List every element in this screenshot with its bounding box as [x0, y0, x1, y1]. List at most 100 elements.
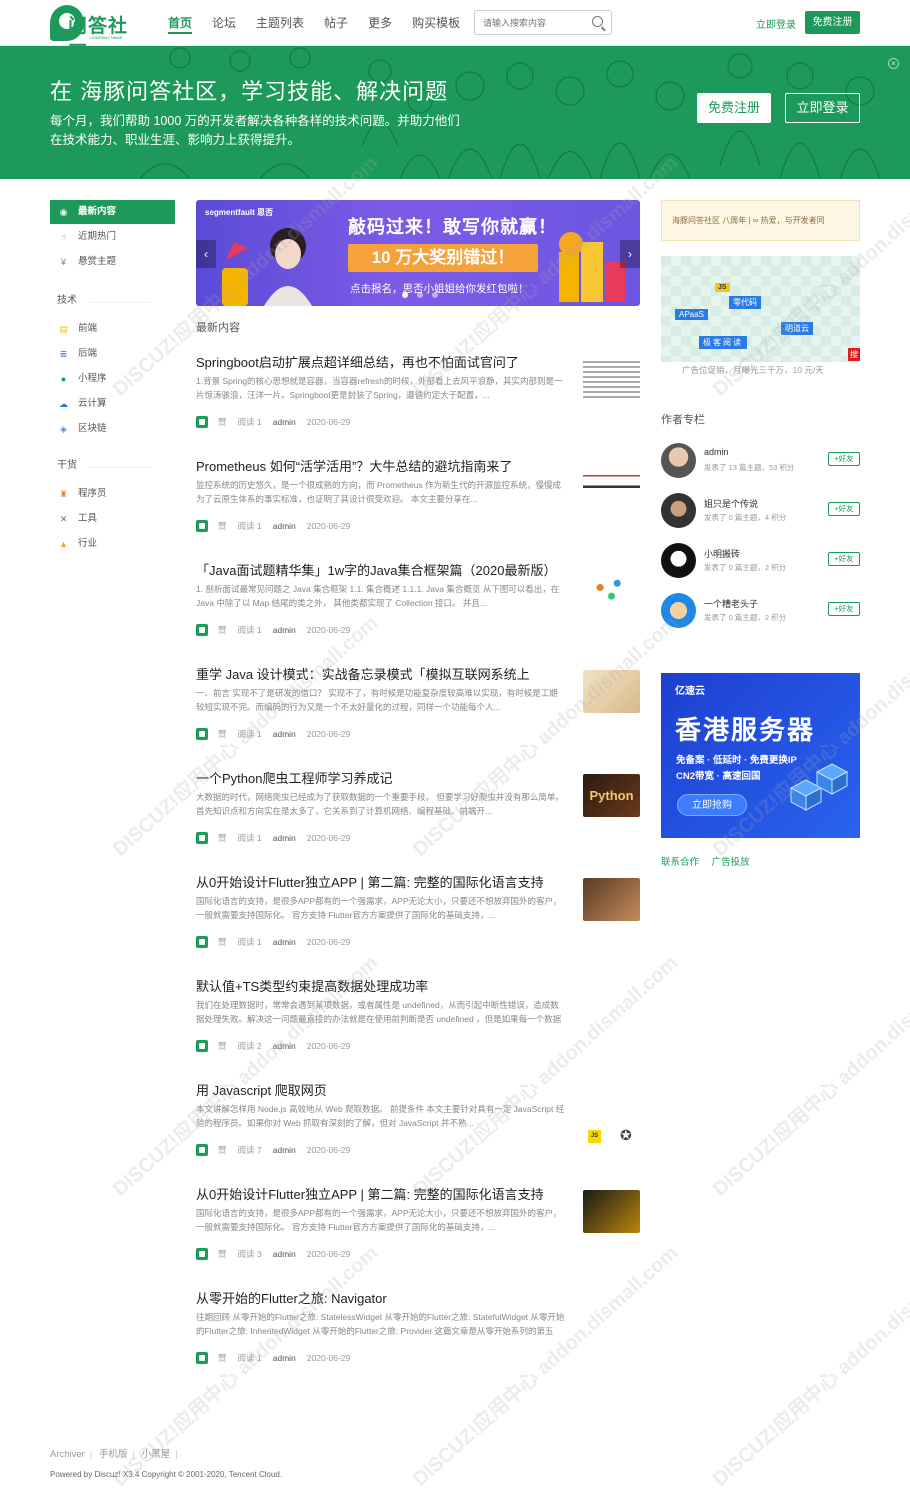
- post-title[interactable]: 重学 Java 设计模式：实战备忘录模式「模拟互联网系统上: [196, 664, 576, 683]
- author-row[interactable]: 姐只是个传说 发表了 0 篇主题，4 积分 +好友: [661, 493, 860, 543]
- like-label[interactable]: 赞: [218, 1040, 227, 1052]
- author-name[interactable]: admin: [704, 447, 729, 457]
- post-title[interactable]: 「Java面试题精华集」1w字的Java集合框架篇（2020最新版）: [196, 560, 576, 579]
- ad-hk-server[interactable]: 亿速云 香港服务器 免备案 · 低延时 · 免费更换IP CN2带宽 · 高速回…: [661, 673, 860, 838]
- post-title[interactable]: 从零开始的Flutter之旅: Navigator: [196, 1288, 576, 1307]
- author-name[interactable]: 小明搬砖: [704, 547, 740, 560]
- footer-link-mobile[interactable]: 手机版: [99, 1449, 128, 1460]
- footer-link-archiver[interactable]: Archiver: [50, 1449, 85, 1460]
- add-friend-button[interactable]: +好友: [828, 552, 860, 566]
- promo-carousel[interactable]: segmentfault 思否 敲码过来！敢写你就赢！ 10 万大奖别错过！ 点…: [196, 200, 640, 306]
- site-logo[interactable]: 问答社区 COMPANY NAME: [50, 5, 135, 64]
- post-title[interactable]: 从0开始设计Flutter独立APP | 第二篇: 完整的国际化语言支持: [196, 1184, 576, 1203]
- like-icon[interactable]: [196, 1352, 208, 1364]
- like-label[interactable]: 赞: [218, 520, 227, 532]
- contact-link[interactable]: 联系合作: [661, 857, 699, 868]
- ad2-buy-button[interactable]: 立即抢购: [677, 794, 747, 816]
- post-item[interactable]: 重学 Java 设计模式：实战备忘录模式「模拟互联网系统上 一、前言 实现不了是研…: [196, 660, 640, 764]
- sidebar-item-0[interactable]: ◉ 最新内容: [50, 200, 175, 224]
- nav-item-1[interactable]: 论坛: [212, 0, 236, 46]
- post-thumbnail[interactable]: [583, 566, 640, 609]
- post-thumbnail[interactable]: [583, 358, 640, 401]
- banner-register-button[interactable]: 免费注册: [697, 93, 771, 123]
- nav-item-3[interactable]: 帖子: [324, 0, 348, 46]
- author-row[interactable]: 小明搬砖 发表了 0 篇主题，2 积分 +好友: [661, 543, 860, 593]
- sidebar-item-0-3[interactable]: ☁ 云计算: [50, 392, 175, 416]
- author-name[interactable]: 一个糟老头子: [704, 597, 758, 610]
- carousel-dot[interactable]: [417, 292, 423, 298]
- add-friend-button[interactable]: +好友: [828, 602, 860, 616]
- like-label[interactable]: 赞: [218, 728, 227, 740]
- sidebar-item-0-4[interactable]: ◈ 区块链: [50, 417, 175, 441]
- search-input[interactable]: [475, 11, 585, 34]
- like-label[interactable]: 赞: [218, 624, 227, 636]
- sidebar-item-0-1[interactable]: ≣ 后端: [50, 342, 175, 366]
- like-label[interactable]: 赞: [218, 832, 227, 844]
- sidebar-item-1[interactable]: ☝ 近期热门: [50, 225, 175, 249]
- post-thumbnail[interactable]: [583, 878, 640, 921]
- post-item[interactable]: Springboot启动扩展点超详细总结，再也不怕面试官问了 1.背景 Sprin…: [196, 348, 640, 452]
- avatar[interactable]: [661, 443, 696, 478]
- avatar[interactable]: [661, 593, 696, 628]
- post-title[interactable]: 默认值+TS类型约束提高数据处理成功率: [196, 976, 576, 995]
- post-title[interactable]: 一个Python爬虫工程师学习养成记: [196, 768, 576, 787]
- post-thumbnail[interactable]: Python: [583, 774, 640, 817]
- post-item[interactable]: 默认值+TS类型约束提高数据处理成功率 我们在处理数据时，常常会遇到某项数据，或者…: [196, 972, 640, 1076]
- carousel-next-icon[interactable]: ›: [620, 240, 640, 268]
- like-label[interactable]: 赞: [218, 1248, 227, 1260]
- post-title[interactable]: Prometheus 如何“活学活用”？大牛总结的避坑指南来了: [196, 456, 576, 475]
- post-thumbnail[interactable]: [583, 1086, 640, 1129]
- like-icon[interactable]: [196, 728, 208, 740]
- sidebar-item-1-0[interactable]: ♜ 程序员: [50, 482, 175, 506]
- author-row[interactable]: admin 发表了 13 篇主题，53 积分 +好友: [661, 443, 860, 493]
- sidebar-item-0-2[interactable]: ● 小程序: [50, 367, 175, 391]
- like-icon[interactable]: [196, 832, 208, 844]
- carousel-dot[interactable]: [432, 292, 438, 298]
- login-link[interactable]: 立即登录: [756, 16, 796, 31]
- like-label[interactable]: 赞: [218, 416, 227, 428]
- post-title[interactable]: 从0开始设计Flutter独立APP | 第二篇: 完整的国际化语言支持: [196, 872, 576, 891]
- like-icon[interactable]: [196, 520, 208, 532]
- sidebar-item-0-0[interactable]: ▤ 前端: [50, 317, 175, 341]
- post-item[interactable]: 用 Javascript 爬取网页 本文讲解怎样用 Node.js 高效地从 We…: [196, 1076, 640, 1180]
- footer-link-blackroom[interactable]: 小黑屋: [142, 1449, 171, 1460]
- register-button[interactable]: 免费注册: [805, 11, 860, 34]
- like-icon[interactable]: [196, 416, 208, 428]
- like-icon[interactable]: [196, 936, 208, 948]
- search-icon[interactable]: [592, 16, 603, 27]
- sidebar-item-2[interactable]: ¥ 悬赏主题: [50, 250, 175, 274]
- post-author[interactable]: admin: [273, 1353, 296, 1363]
- nav-item-0[interactable]: 首页: [168, 0, 193, 46]
- post-author[interactable]: admin: [273, 1041, 296, 1051]
- post-thumbnail[interactable]: [583, 462, 640, 505]
- notice-bar[interactable]: 海豚问答社区 八周年 | ∞ 热爱，与开发者同: [661, 200, 860, 241]
- post-item[interactable]: 从0开始设计Flutter独立APP | 第二篇: 完整的国际化语言支持 国际化语…: [196, 1180, 640, 1284]
- avatar[interactable]: [661, 543, 696, 578]
- post-thumbnail[interactable]: [583, 670, 640, 713]
- post-title[interactable]: 用 Javascript 爬取网页: [196, 1080, 576, 1099]
- post-author[interactable]: admin: [273, 729, 296, 739]
- like-label[interactable]: 赞: [218, 936, 227, 948]
- sidebar-item-1-1[interactable]: ✕ 工具: [50, 507, 175, 531]
- author-name[interactable]: 姐只是个传说: [704, 497, 758, 510]
- like-label[interactable]: 赞: [218, 1352, 227, 1364]
- nav-item-4[interactable]: 更多: [368, 0, 392, 46]
- sidebar-item-1-2[interactable]: ▲ 行业: [50, 532, 175, 556]
- ad-lowcode[interactable]: JS 零代码 APaaS 明道云 极客阅读: [661, 256, 860, 362]
- carousel-dot[interactable]: [402, 292, 408, 298]
- post-item[interactable]: Prometheus 如何“活学活用”？大牛总结的避坑指南来了 监控系统的历史悠久…: [196, 452, 640, 556]
- post-author[interactable]: admin: [273, 625, 296, 635]
- post-item[interactable]: 「Java面试题精华集」1w字的Java集合框架篇（2020最新版） 1. 剖析面…: [196, 556, 640, 660]
- close-icon[interactable]: ×: [888, 58, 899, 69]
- ad-placement-link[interactable]: 广告投放: [712, 857, 750, 868]
- post-author[interactable]: admin: [273, 937, 296, 947]
- post-item[interactable]: 从0开始设计Flutter独立APP | 第二篇: 完整的国际化语言支持 国际化语…: [196, 868, 640, 972]
- nav-item-2[interactable]: 主题列表: [256, 0, 304, 46]
- post-item[interactable]: 从零开始的Flutter之旅: Navigator 往期回顾 从零开始的Flutt…: [196, 1284, 640, 1388]
- author-row[interactable]: 一个糟老头子 发表了 0 篇主题，2 积分 +好友: [661, 593, 860, 643]
- post-author[interactable]: admin: [273, 1145, 296, 1155]
- post-author[interactable]: admin: [273, 521, 296, 531]
- post-thumbnail[interactable]: [583, 1190, 640, 1233]
- post-title[interactable]: Springboot启动扩展点超详细总结，再也不怕面试官问了: [196, 352, 576, 371]
- banner-login-button[interactable]: 立即登录: [785, 93, 860, 123]
